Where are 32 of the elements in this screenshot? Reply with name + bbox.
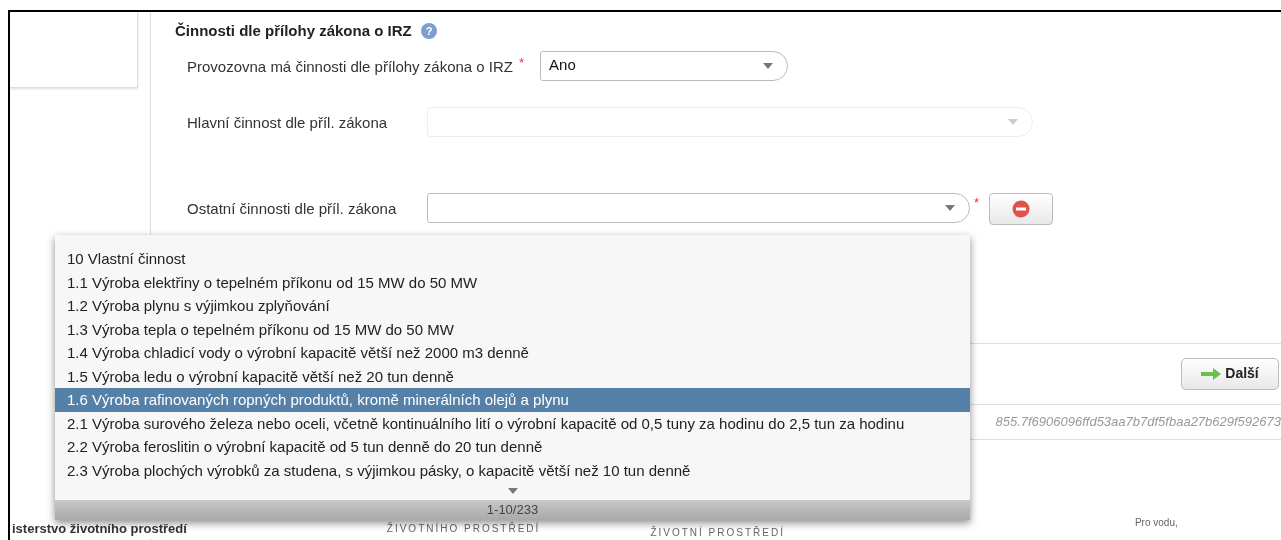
select-field[interactable]: Ano [540,50,789,81]
dropdown-option[interactable]: 1.6 Výroba rafinovaných ropných produktů, kromě minerálních olejů a plynu [55,388,970,412]
caret-icon [763,62,774,69]
dropdown-option[interactable]: 1.1 Výroba elektřiny o tepelném příkonu od 15 MW do 50 MW [55,270,970,294]
hash-text: 855.7f6906096ffd53aa7b7df5fbaa27b629f592673 [995,412,1281,431]
required-mark: * [519,53,525,72]
caret-icon [945,204,955,211]
pager-text: 1-10/233 [486,501,539,520]
next-button[interactable]: Další [1181,357,1279,390]
section-title: Činnosti dle přílohy zákona o IRZ [175,21,412,41]
logo-caption: ŽIVOTNÍHO PROSTŘEDÍ [386,521,541,536]
field-label: Provozovna má činnosti dle přílohy zákona o IRZ [187,56,513,77]
dropdown-option[interactable]: 2.3 Výroba plochých výrobků za studena, s výjimkou pásky, o kapacitě větší než 10 tun denně [55,458,970,482]
dropdown-option[interactable]: 1.2 Výroba plynu s výjimkou zplyňování [55,294,970,318]
required-mark: * [974,193,980,212]
dropdown-option[interactable]: 1.4 Výroba chladicí vody o výrobní kapacitě větší než 2000 m3 denně [55,341,970,365]
program-caption: ŽIVOTNÍ PROSTŘEDÍ [650,525,785,540]
dropdown-option[interactable]: 2.2 Výroba feroslitin o výrobní kapacitě od 5 tun denně do 20 tun denně [55,435,970,459]
dropdown-option[interactable]: 10 Vlastní činnost [55,247,970,271]
select-field[interactable] [427,192,970,223]
dropdown-option[interactable]: 1.5 Výroba ledu o výrobní kapacitě větší než 20 tun denně [55,364,970,388]
arrow-right-icon [1201,367,1222,380]
remove-button[interactable] [989,192,1054,225]
caret-icon [507,488,518,494]
minus-circle-icon [1012,199,1031,218]
ministry-text: isterstvo životního prostředí [12,518,187,538]
dropdown-option[interactable]: 1.3 Výroba tepla o tepelném příkonu od 15 MW do 50 MW [55,317,970,341]
slogan-text: Pro vodu, [1134,516,1178,530]
field-label: Hlavní činnost dle příl. zákona [187,112,389,133]
dropdown-option[interactable]: 2.1 Výroba surového železa nebo oceli, včetně kontinuálního lití o výrobní kapacitě od 0,5 tuny za hodinu do 2,5 tun za hodinu [55,411,970,435]
field-label: Ostatní činnosti dle příl. zákona [187,198,398,219]
caret-icon [1008,118,1018,125]
